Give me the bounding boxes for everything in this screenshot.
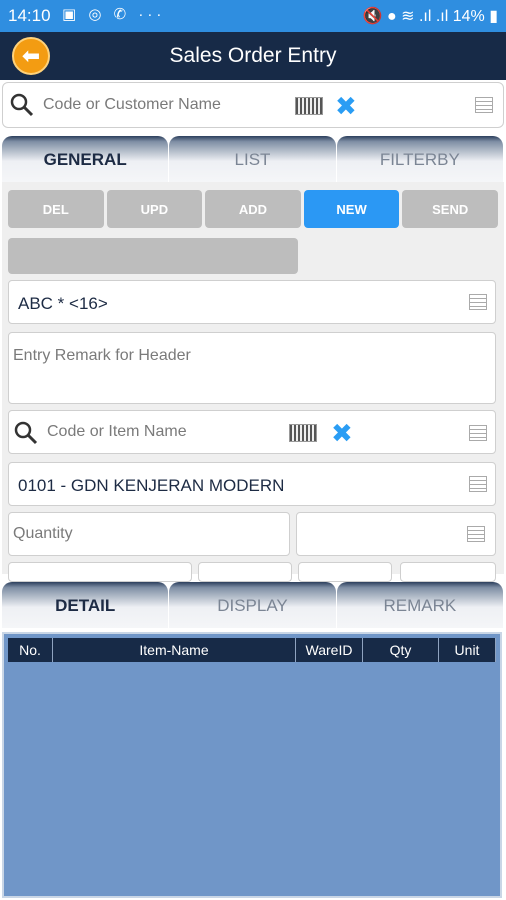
tab-display[interactable]: DISPLAY xyxy=(169,582,336,628)
new-button[interactable]: NEW xyxy=(303,190,400,228)
tab-remark[interactable]: REMARK xyxy=(336,582,503,628)
bottom-tabs: DETAIL DISPLAY REMARK xyxy=(2,582,504,628)
warehouse-list-icon[interactable] xyxy=(469,476,487,492)
clear-icon[interactable]: ✖ xyxy=(335,93,357,119)
list-icon[interactable] xyxy=(475,97,493,113)
notification-icons: ▣ ◎ ✆ ··· xyxy=(62,6,166,23)
search-icon xyxy=(10,93,34,117)
search-icon xyxy=(14,421,38,445)
field-row-a[interactable] xyxy=(8,562,192,582)
tab-detail[interactable]: DETAIL xyxy=(2,582,169,628)
column-wareid[interactable]: WareID xyxy=(296,638,363,662)
customer-field[interactable]: ABC * <16> xyxy=(8,280,496,324)
add-button[interactable]: ADD xyxy=(205,190,301,228)
signal-icons: 🔇 ● ≋ .ıl .ıl xyxy=(362,8,453,25)
customer-search-input[interactable]: Code or Customer Name xyxy=(43,96,221,114)
tab-list[interactable]: LIST xyxy=(169,136,336,182)
field-row-d[interactable] xyxy=(400,562,496,582)
column-no[interactable]: No. xyxy=(8,638,53,662)
column-unit[interactable]: Unit xyxy=(439,638,496,662)
field-row-c[interactable] xyxy=(298,562,392,582)
customer-search[interactable]: Code or Customer Name ✖ xyxy=(2,82,504,128)
upd-button[interactable]: UPD xyxy=(106,190,203,228)
general-panel: DEL UPD ADD NEW SEND ABC * <16> Entry Re… xyxy=(2,182,504,582)
detail-grid[interactable]: No. Item-Name WareID Qty Unit xyxy=(2,632,502,898)
send-button[interactable]: SEND xyxy=(402,190,498,228)
status-bar: 14:10 ▣ ◎ ✆ ··· 🔇 ● ≋ .ıl .ıl 14% ▮ xyxy=(0,0,506,32)
column-qty[interactable]: Qty xyxy=(363,638,439,662)
list-icon[interactable] xyxy=(469,425,487,441)
status-time: 14:10 xyxy=(8,6,51,25)
warehouse-field[interactable]: 0101 - GDN KENJERAN MODERN xyxy=(8,462,496,506)
title-bar: ⬅ Sales Order Entry xyxy=(0,32,506,80)
remark-placeholder: Entry Remark for Header xyxy=(13,347,191,364)
action-buttons: DEL UPD ADD NEW SEND xyxy=(8,190,498,228)
warehouse-value: 0101 - GDN KENJERAN MODERN xyxy=(18,476,285,495)
barcode-icon[interactable] xyxy=(289,424,317,442)
tab-filterby[interactable]: FILTERBY xyxy=(336,136,503,182)
barcode-icon[interactable] xyxy=(295,97,323,115)
item-search-input[interactable]: Code or Item Name xyxy=(47,423,187,441)
top-tabs: GENERAL LIST FILTERBY xyxy=(2,136,504,182)
customer-value: ABC * <16> xyxy=(18,294,108,313)
clear-icon[interactable]: ✖ xyxy=(331,420,353,446)
battery-icon: ▮ xyxy=(484,8,498,25)
status-right: 🔇 ● ≋ .ıl .ıl 14% ▮ xyxy=(363,6,498,26)
item-search[interactable]: Code or Item Name ✖ xyxy=(8,410,496,454)
page-title: Sales Order Entry xyxy=(169,44,337,67)
customer-list-icon[interactable] xyxy=(469,294,487,310)
grid-header: No. Item-Name WareID Qty Unit xyxy=(8,638,496,662)
header-remark-input[interactable]: Entry Remark for Header xyxy=(8,332,496,404)
unlabeled-button[interactable] xyxy=(8,238,298,274)
column-item-name[interactable]: Item-Name xyxy=(53,638,296,662)
tab-general[interactable]: GENERAL xyxy=(2,136,169,182)
quantity-input[interactable]: Quantity xyxy=(8,512,290,556)
unit-list-icon[interactable] xyxy=(467,526,485,542)
battery-level: 14% xyxy=(452,8,485,25)
del-button[interactable]: DEL xyxy=(8,190,104,228)
field-row-b[interactable] xyxy=(198,562,292,582)
unit-field[interactable] xyxy=(296,512,496,556)
quantity-placeholder: Quantity xyxy=(13,525,73,542)
